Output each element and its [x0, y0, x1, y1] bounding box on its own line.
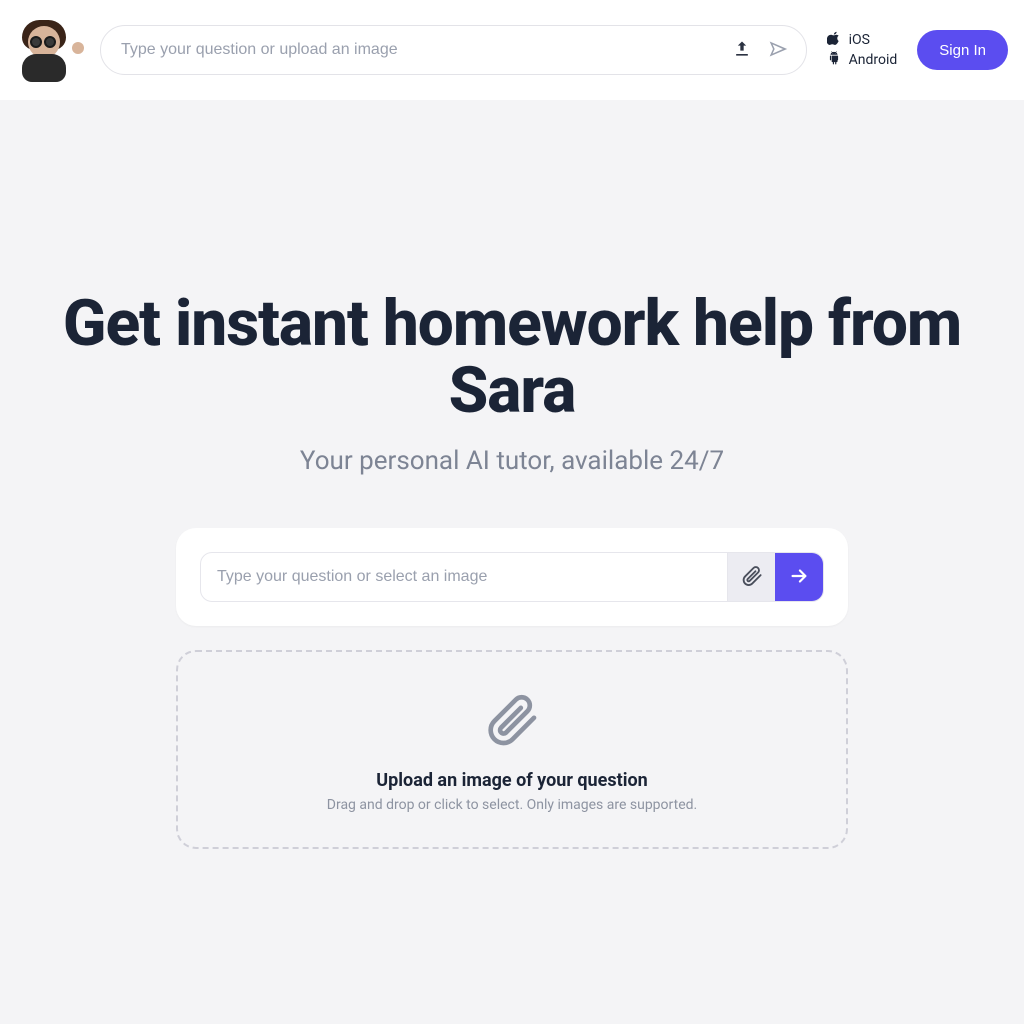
header-search-input[interactable]: [121, 41, 724, 59]
hero-title: Get instant homework help from Sara: [32, 290, 992, 424]
send-icon: [768, 39, 788, 62]
sara-avatar: [16, 18, 80, 82]
android-icon: [827, 51, 841, 69]
sign-in-button[interactable]: Sign In: [917, 30, 1008, 70]
header-send-button[interactable]: [760, 32, 796, 68]
question-card: [176, 528, 848, 626]
attach-button[interactable]: [727, 553, 775, 601]
header-upload-button[interactable]: [724, 32, 760, 68]
upload-dropzone[interactable]: Upload an image of your question Drag an…: [176, 650, 848, 849]
arrow-right-icon: [788, 565, 810, 590]
android-link-label: Android: [849, 52, 898, 68]
paperclip-icon: [484, 692, 540, 748]
dropzone-title: Upload an image of your question: [198, 770, 826, 791]
ios-link-label: iOS: [849, 32, 870, 48]
header-search-bar: [100, 25, 807, 75]
hero-section: Get instant homework help from Sara Your…: [0, 100, 1024, 476]
apple-icon: [827, 31, 841, 49]
question-input-row: [200, 552, 824, 602]
upload-icon: [732, 39, 752, 62]
hero-subtitle: Your personal AI tutor, available 24/7: [0, 446, 1024, 476]
dropzone-subtitle: Drag and drop or click to select. Only i…: [198, 797, 826, 813]
paperclip-icon: [741, 565, 763, 590]
ios-link[interactable]: iOS: [827, 31, 898, 49]
submit-button[interactable]: [775, 553, 823, 601]
question-input[interactable]: [201, 553, 727, 601]
app-header: iOS Android Sign In: [0, 0, 1024, 100]
android-link[interactable]: Android: [827, 51, 898, 69]
app-download-links: iOS Android: [827, 31, 898, 69]
